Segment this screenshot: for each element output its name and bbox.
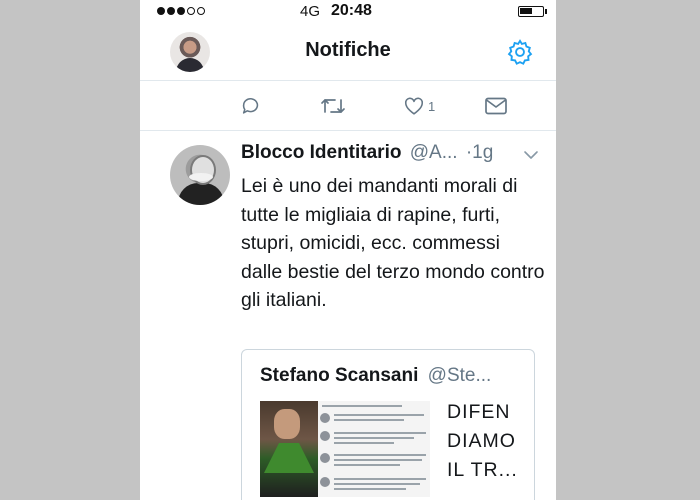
tweet-author-avatar[interactable] [170, 145, 230, 205]
mail-icon [485, 97, 507, 115]
quoted-image-comments [318, 401, 430, 497]
reply-icon [242, 97, 259, 114]
tweet-timestamp: ·1g [465, 142, 494, 163]
quoted-tweet-image[interactable] [260, 401, 430, 497]
tweet-author-handle[interactable]: @A... [410, 142, 458, 163]
page-title: Notifiche [305, 39, 391, 61]
tweet[interactable]: Blocco Identitario @A... ·1g Lei è uno d… [140, 131, 556, 500]
navigation-header: Notifiche [140, 24, 556, 81]
tweet-text: Lei è uno dei mandanti morali di tutte l… [241, 175, 545, 311]
tweet-author-name[interactable]: Blocco Identitario [241, 142, 401, 163]
like-count: 1 [428, 98, 436, 114]
signal-strength-icon [157, 7, 205, 15]
gear-icon[interactable] [506, 38, 534, 66]
previous-tweet-actions: 1 [140, 80, 556, 131]
quoted-image-photo [260, 401, 318, 497]
reply-button[interactable] [240, 95, 262, 117]
quoted-tweet-text: DIFEN DIAMO IL TR... [447, 401, 518, 481]
retweet-icon [321, 99, 345, 113]
quoted-author-name: Stefano Scansani [260, 365, 419, 386]
quoted-tweet-header: Stefano Scansani @Ste... [260, 365, 491, 387]
quoted-author-handle: @Ste... [427, 365, 492, 386]
retweet-button[interactable] [320, 95, 346, 117]
battery-icon [518, 6, 547, 17]
chevron-down-icon[interactable] [523, 150, 539, 160]
like-button[interactable]: 1 [403, 95, 435, 117]
status-time: 20:48 [331, 2, 372, 19]
tweet-header: Blocco Identitario @A... ·1g [241, 142, 541, 164]
heart-icon [404, 97, 424, 115]
phone-screen: 4G 20:48 Notifiche 1 Blocco Identitario … [140, 0, 556, 500]
quoted-tweet[interactable]: Stefano Scansani @Ste... DIFEN DIAMO IL … [241, 349, 535, 500]
carrier-label: 4G [300, 3, 321, 20]
direct-message-button[interactable] [484, 95, 508, 117]
status-bar: 4G 20:48 [140, 0, 556, 24]
